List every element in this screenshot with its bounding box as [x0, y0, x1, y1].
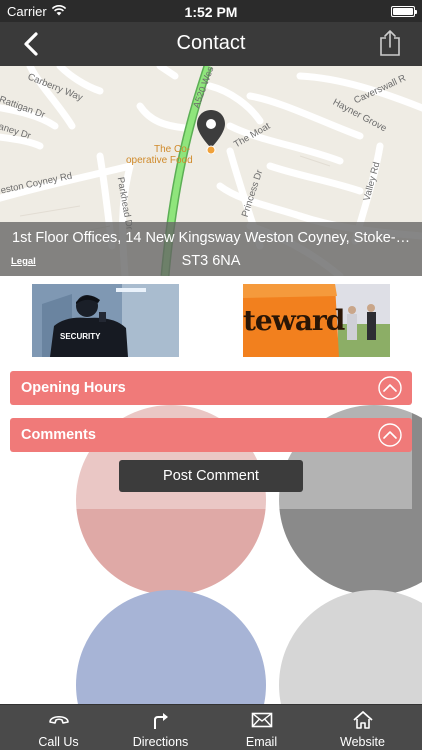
- tab-website[interactable]: Website: [310, 705, 415, 750]
- steward-sign-text: teward: [243, 304, 345, 337]
- poi-label-line1: The Co-: [154, 144, 191, 155]
- poi-label-line2: operative Food: [126, 155, 193, 166]
- tab-directions[interactable]: Directions: [108, 705, 213, 750]
- comments-label: Comments: [21, 427, 96, 443]
- security-guard-photo: SECURITY: [32, 284, 179, 357]
- tab-label: Directions: [132, 735, 189, 749]
- chevron-up-icon[interactable]: [378, 376, 402, 400]
- tab-email[interactable]: Email: [209, 705, 314, 750]
- share-icon[interactable]: [378, 29, 402, 57]
- tab-label: Website: [340, 735, 385, 749]
- nav-bar: Contact: [0, 22, 422, 66]
- directions-arrow-icon: [153, 713, 168, 729]
- address-line2: ST3 6NA: [181, 253, 241, 269]
- comments-section[interactable]: Comments: [10, 418, 412, 452]
- tab-call-us[interactable]: Call Us: [6, 705, 111, 750]
- page-title: Contact: [176, 32, 246, 54]
- status-bar: Carrier 1:52 PM: [0, 0, 422, 22]
- clock: 1:52 PM: [184, 4, 238, 20]
- address-banner[interactable]: 1st Floor Offices, 14 New Kingsway Westo…: [0, 222, 422, 276]
- security-guard-illustration: [32, 284, 179, 357]
- home-icon: [352, 711, 373, 729]
- map-pin-icon[interactable]: [194, 108, 228, 154]
- opening-hours-label: Opening Hours: [21, 380, 126, 396]
- envelope-icon: [251, 712, 272, 728]
- post-comment-button[interactable]: Post Comment: [119, 460, 303, 492]
- bottom-tab-bar: Call Us Directions Email Website: [0, 704, 422, 750]
- tab-label: Email: [245, 735, 278, 749]
- chevron-up-icon[interactable]: [378, 423, 402, 447]
- phone-icon: [48, 715, 69, 724]
- map-legal-link[interactable]: Legal: [11, 256, 36, 267]
- opening-hours-section[interactable]: Opening Hours: [10, 371, 412, 405]
- steward-photo: teward: [243, 284, 390, 357]
- address-line1: 1st Floor Offices, 14 New Kingsway Westo…: [12, 230, 412, 246]
- battery-icon: [391, 6, 417, 17]
- tab-label: Call Us: [38, 735, 79, 749]
- contact-screen: Carrier 1:52 PM Contact Carberry Way Rat…: [0, 0, 422, 750]
- security-badge-text: SECURITY: [60, 332, 101, 341]
